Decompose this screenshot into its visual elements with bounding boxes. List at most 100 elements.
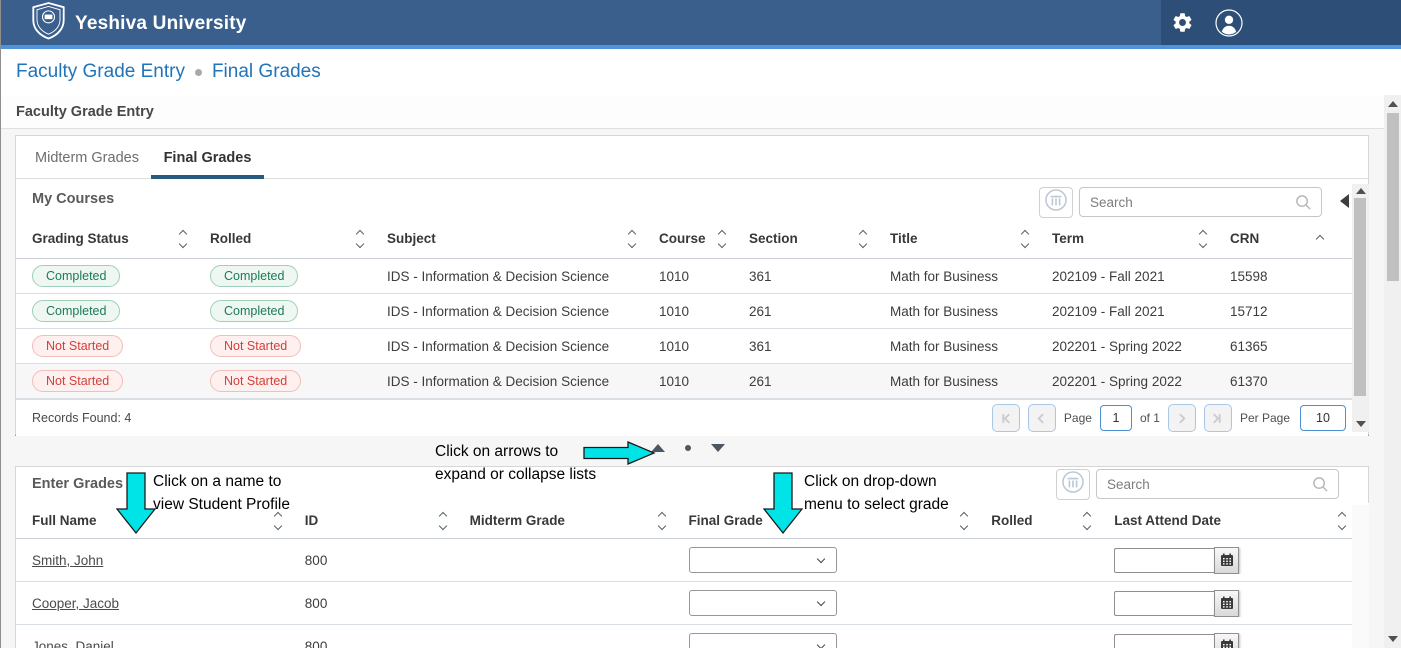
of-pages-label: of 1: [1140, 411, 1160, 425]
course-row[interactable]: Completed Completed IDS - Information & …: [16, 294, 1369, 329]
breadcrumb-section[interactable]: Faculty Grade Entry: [16, 61, 185, 83]
student-name-link[interactable]: Jones, Daniel: [32, 639, 114, 648]
section-cell: 261: [749, 304, 890, 319]
course-row[interactable]: Not Started Not Started IDS - Informatio…: [16, 364, 1369, 399]
next-page-button[interactable]: [1168, 404, 1196, 432]
scroll-up-icon[interactable]: [1356, 188, 1366, 194]
last-page-button[interactable]: [1204, 404, 1232, 432]
enter-grades-search: [1096, 469, 1339, 499]
term-cell: 202109 - Fall 2021: [1052, 304, 1230, 319]
student-row: Smith, John 800: [16, 539, 1369, 582]
app-header: Yeshiva University: [1, 0, 1401, 45]
per-page-label: Per Page: [1240, 411, 1290, 425]
grid-settings-button[interactable]: [1039, 187, 1073, 218]
section-cell: 361: [749, 269, 890, 284]
sort-icon[interactable]: [1198, 229, 1208, 249]
scroll-down-icon[interactable]: [1356, 421, 1366, 427]
course-cell: 1010: [659, 269, 749, 284]
sort-asc-icon[interactable]: [1315, 234, 1325, 244]
panel-divider-controls: [651, 444, 725, 452]
sort-icon[interactable]: [1020, 229, 1030, 249]
course-row[interactable]: Completed Completed IDS - Information & …: [16, 259, 1369, 294]
brand-name: Yeshiva University: [75, 13, 247, 35]
course-row[interactable]: Not Started Not Started IDS - Informatio…: [16, 329, 1369, 364]
subject-cell: IDS - Information & Decision Science: [387, 374, 659, 389]
final-grade-select[interactable]: [689, 547, 837, 573]
search-icon[interactable]: [1312, 476, 1338, 493]
student-row: Jones, Daniel 800: [16, 625, 1369, 648]
sort-icon[interactable]: [438, 511, 448, 531]
student-row: Cooper, Jacob 800: [16, 582, 1369, 625]
section-cell: 261: [749, 374, 890, 389]
first-page-button[interactable]: [992, 404, 1020, 432]
course-cell: 1010: [659, 304, 749, 319]
settings-gear-icon[interactable]: [1171, 0, 1194, 45]
sort-icon[interactable]: [717, 229, 727, 249]
divider-dot-icon[interactable]: [685, 445, 691, 451]
student-id-cell: 800: [305, 596, 470, 611]
enter-grades-scrollbar[interactable]: [1352, 505, 1369, 648]
sort-icon[interactable]: [959, 511, 969, 531]
my-courses-panel: Midterm Grades Final Grades My Courses: [15, 135, 1369, 436]
page-title-bar: Faculty Grade Entry: [1, 95, 1384, 129]
rolled-badge: Not Started: [210, 370, 301, 392]
section-cell: 361: [749, 339, 890, 354]
sort-icon[interactable]: [178, 229, 188, 249]
right-arrow-annotation: [583, 441, 657, 465]
tab-final-grades[interactable]: Final Grades: [151, 136, 264, 179]
last-attend-date-input[interactable]: [1114, 591, 1214, 616]
rolled-badge: Not Started: [210, 335, 301, 357]
course-cell: 1010: [659, 339, 749, 354]
term-cell: 202109 - Fall 2021: [1052, 269, 1230, 284]
calendar-icon[interactable]: [1214, 547, 1239, 574]
collapse-panel-icon[interactable]: [1340, 194, 1349, 208]
faculty-grade-entry-page: Yeshiva University Faculty Grade Entry F…: [0, 0, 1401, 648]
grading-status-badge: Completed: [32, 265, 120, 287]
search-icon[interactable]: [1295, 194, 1321, 211]
last-attend-date-input[interactable]: [1114, 634, 1214, 648]
grid-settings-button[interactable]: [1056, 469, 1090, 500]
subject-cell: IDS - Information & Decision Science: [387, 269, 659, 284]
page-label: Page: [1064, 411, 1092, 425]
my-courses-search-input[interactable]: [1080, 195, 1295, 210]
previous-page-button[interactable]: [1028, 404, 1056, 432]
final-grade-select[interactable]: [689, 633, 837, 648]
student-name-link[interactable]: Smith, John: [32, 553, 103, 568]
calendar-icon[interactable]: [1214, 633, 1239, 648]
page-scrollbar[interactable]: [1384, 95, 1401, 648]
scrollbar-thumb[interactable]: [1387, 113, 1399, 281]
scroll-down-icon[interactable]: [1388, 636, 1398, 642]
my-courses-scrollbar[interactable]: [1352, 184, 1369, 432]
term-cell: 202201 - Spring 2022: [1052, 374, 1230, 389]
enter-grades-search-input[interactable]: [1097, 477, 1312, 492]
crn-cell: 61365: [1230, 339, 1347, 354]
title-cell: Math for Business: [890, 269, 1052, 284]
sort-icon[interactable]: [355, 229, 365, 249]
breadcrumb: Faculty Grade Entry Final Grades: [1, 49, 1401, 95]
my-courses-footer: Records Found: 4 Page of 1 Per Page: [16, 399, 1368, 436]
student-name-link[interactable]: Cooper, Jacob: [32, 596, 119, 611]
page-number-input[interactable]: [1100, 405, 1132, 431]
tab-midterm-grades[interactable]: Midterm Grades: [32, 136, 142, 179]
user-profile-icon[interactable]: [1215, 0, 1243, 45]
breadcrumb-separator-dot: [195, 69, 202, 76]
brand[interactable]: Yeshiva University: [31, 2, 247, 45]
sort-icon[interactable]: [1082, 511, 1092, 531]
title-cell: Math for Business: [890, 304, 1052, 319]
breadcrumb-page[interactable]: Final Grades: [212, 61, 321, 83]
sort-icon[interactable]: [858, 229, 868, 249]
per-page-input[interactable]: [1300, 405, 1346, 431]
collapse-panel-icon[interactable]: [711, 444, 725, 452]
calendar-icon[interactable]: [1214, 590, 1239, 617]
scroll-up-icon[interactable]: [1388, 101, 1398, 107]
dropdown-hint-text: Click on drop-down menu to select grade: [804, 470, 949, 516]
sort-icon[interactable]: [1337, 511, 1347, 531]
last-attend-date-input[interactable]: [1114, 548, 1214, 573]
down-arrow-annotation: [116, 472, 156, 535]
sort-icon[interactable]: [627, 229, 637, 249]
crn-cell: 15598: [1230, 269, 1347, 284]
rolled-badge: Completed: [210, 300, 298, 322]
scrollbar-thumb[interactable]: [1354, 198, 1366, 396]
sort-icon[interactable]: [657, 511, 667, 531]
final-grade-select[interactable]: [689, 590, 837, 616]
